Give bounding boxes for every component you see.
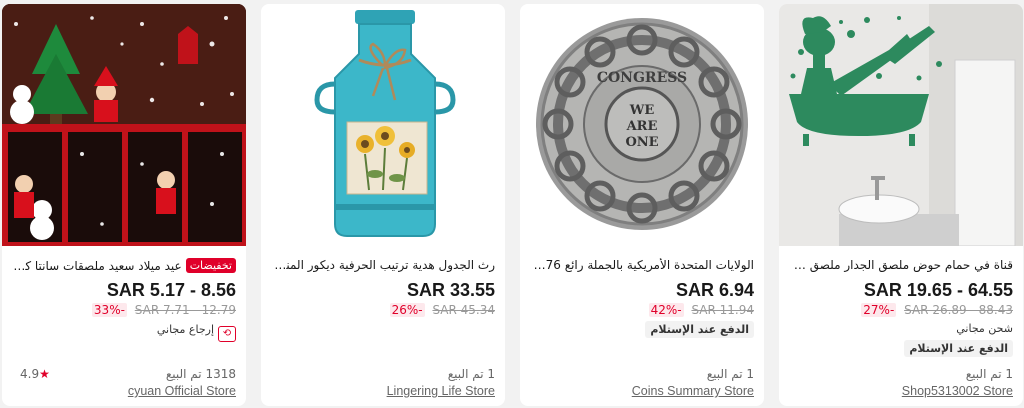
original-price: SAR 7.71 - 12.79 (134, 303, 236, 317)
store-link[interactable]: cyuan Official Store (128, 384, 236, 398)
product-price: SAR 6.94 (675, 280, 754, 300)
product-title-text: عيد ميلاد سعيد ملصقات سانتا كلوز الع... (12, 259, 182, 273)
free-return-tag: ⟲ إرجاع مجاني (157, 323, 236, 342)
product-card[interactable]: تخفيضاتعيد ميلاد سعيد ملصقات سانتا كلوز … (2, 4, 246, 406)
store-link[interactable]: Lingering Life Store (387, 384, 495, 398)
product-title[interactable]: رث الجدول هدية ترتيب الحرفية ديكور المنز… (271, 258, 495, 276)
product-title[interactable]: الولايات المتحدة الأمريكية بالجملة رائع … (530, 258, 754, 276)
product-image[interactable] (2, 4, 246, 246)
coin-center-line-1: WE (629, 103, 655, 118)
discount-badge: 42%- (648, 303, 684, 317)
coin-center-line-3: ONE (625, 135, 658, 150)
free-return-label: إرجاع مجاني (156, 323, 214, 336)
price-comparison: 26%- SAR 45.34 (389, 303, 495, 317)
sold-count: 1 تم البيع (706, 367, 754, 381)
discount-badge: 33%- (91, 303, 127, 317)
cod-label: الدفع عند الإستلام (645, 321, 754, 338)
star-icon: ★ (39, 367, 50, 381)
free-shipping-label: شحن مجاني (956, 322, 1013, 335)
price-comparison: 42%- SAR 11.94 (648, 303, 754, 317)
product-card[interactable]: قناة في حمام حوض ملصق الجدار ملصق فينيل … (779, 4, 1023, 406)
rating-value: 4.9 (20, 367, 40, 381)
product-title[interactable]: قناة في حمام حوض ملصق الجدار ملصق فينيل … (789, 258, 1013, 276)
coin-top-text: CONGRESS (597, 70, 687, 86)
product-card[interactable]: رث الجدول هدية ترتيب الحرفية ديكور المنز… (261, 4, 505, 406)
coin-center-line-2: ARE (626, 119, 658, 134)
product-price: SAR 19.65 - 64.55 (863, 280, 1013, 300)
cod-tag: الدفع عند الإستلام (645, 321, 754, 338)
rating: ★4.9 (14, 367, 50, 381)
discount-badge: 27%- (861, 303, 897, 317)
product-image[interactable] (261, 4, 505, 246)
original-price: SAR 26.89 - 88.43 (904, 303, 1013, 317)
product-card[interactable]: CONGRESS WE ARE ONE الولايات المتحدة الأ… (520, 4, 764, 406)
store-link[interactable]: Coins Summary Store (632, 384, 754, 398)
sale-badge: تخفيضات (185, 258, 236, 273)
discount-badge: 26%- (389, 303, 425, 317)
product-image[interactable]: CONGRESS WE ARE ONE (520, 4, 764, 246)
price-comparison: 27%- SAR 26.89 - 88.43 (861, 303, 1013, 317)
sold-count: 1 تم البيع (447, 367, 495, 381)
product-price: SAR 33.55 (406, 280, 495, 300)
price-comparison: 33%- SAR 7.71 - 12.79 (91, 303, 236, 317)
original-price: SAR 45.34 (432, 303, 495, 317)
return-icon: ⟲ (218, 326, 236, 342)
product-title[interactable]: تخفيضاتعيد ميلاد سعيد ملصقات سانتا كلوز … (12, 258, 236, 276)
product-image[interactable] (779, 4, 1023, 246)
cod-label: الدفع عند الإستلام (904, 340, 1013, 357)
sold-count: 1 تم البيع (965, 367, 1013, 381)
product-price: SAR 5.17 - 8.56 (106, 280, 236, 300)
cod-tag: الدفع عند الإستلام (904, 340, 1013, 357)
store-link[interactable]: Shop5313002 Store (902, 384, 1013, 398)
sold-count: 1318 تم البيع (165, 367, 236, 381)
original-price: SAR 11.94 (691, 303, 754, 317)
